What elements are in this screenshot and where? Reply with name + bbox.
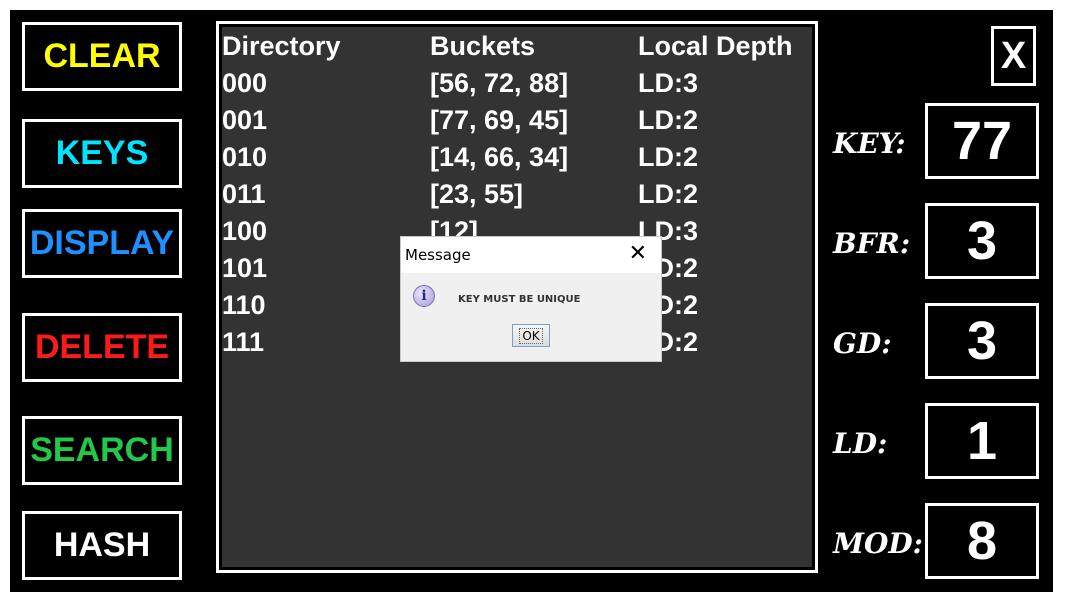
dir-cell: 001: [222, 105, 268, 135]
ld-cell: LD:2: [638, 179, 698, 209]
delete-button[interactable]: DELETE: [22, 313, 182, 382]
hash-button[interactable]: HASH: [22, 511, 182, 580]
header-buckets: Buckets: [430, 31, 536, 61]
close-icon: X: [1000, 34, 1027, 77]
ok-button-label: OK: [519, 327, 543, 344]
ld-cell: LD:2: [638, 142, 698, 172]
mod-label: MOD:: [833, 527, 924, 560]
dir-cell: 111: [222, 327, 265, 357]
clear-button[interactable]: CLEAR: [22, 22, 182, 91]
display-button-label: DISPLAY: [29, 224, 175, 262]
ld-cell: LD:3: [638, 68, 698, 98]
ld-value: 1: [966, 411, 998, 471]
key-value-box: 77: [925, 103, 1039, 179]
dir-cell: 000: [222, 68, 268, 98]
message-dialog: Message ✕ i KEY MUST BE UNIQUE OK: [400, 236, 662, 362]
bucket-cell: [56, 72, 88]: [430, 68, 569, 98]
dir-cell: 101: [222, 253, 268, 283]
gd-label: GD:: [833, 327, 892, 360]
bucket-cell: [23, 55]: [430, 179, 524, 209]
hash-button-label: HASH: [53, 526, 151, 564]
dialog-message: KEY MUST BE UNIQUE: [458, 294, 581, 305]
header-local-depth: Local Depth: [638, 31, 793, 61]
ld-cell: LD:2: [638, 105, 698, 135]
bucket-cell: [77, 69, 45]: [430, 105, 569, 135]
ok-button[interactable]: OK: [512, 324, 550, 347]
gd-value: 3: [966, 311, 998, 371]
search-button-label: SEARCH: [30, 431, 174, 469]
keys-button[interactable]: KEYS: [22, 119, 182, 188]
bucket-cell: [14, 66, 34]: [430, 142, 569, 172]
close-button[interactable]: X: [991, 26, 1036, 86]
search-button[interactable]: SEARCH: [22, 416, 182, 485]
ld-label: LD:: [833, 427, 888, 460]
key-value: 77: [951, 111, 1013, 171]
header-directory: Directory: [222, 31, 341, 61]
clear-button-label: CLEAR: [43, 37, 161, 75]
key-label: KEY:: [833, 127, 906, 160]
bfr-value-box: 3: [925, 203, 1039, 279]
delete-button-label: DELETE: [34, 328, 170, 366]
display-button[interactable]: DISPLAY: [22, 209, 182, 278]
dir-cell: 110: [222, 290, 266, 320]
dir-cell: 100: [222, 216, 268, 246]
dialog-title-bar: Message ✕: [401, 237, 661, 273]
bfr-value: 3: [966, 211, 998, 271]
dir-cell: 010: [222, 142, 268, 172]
dir-cell: 011: [222, 179, 266, 209]
ld-value-box: 1: [925, 403, 1039, 479]
mod-value-box: 8: [925, 503, 1039, 579]
keys-button-label: KEYS: [55, 134, 149, 172]
dialog-close-icon[interactable]: ✕: [629, 243, 647, 265]
dialog-title: Message: [405, 246, 471, 264]
gd-value-box: 3: [925, 303, 1039, 379]
mod-value: 8: [966, 511, 998, 571]
info-icon: i: [413, 285, 435, 307]
bfr-label: BFR:: [833, 227, 911, 260]
